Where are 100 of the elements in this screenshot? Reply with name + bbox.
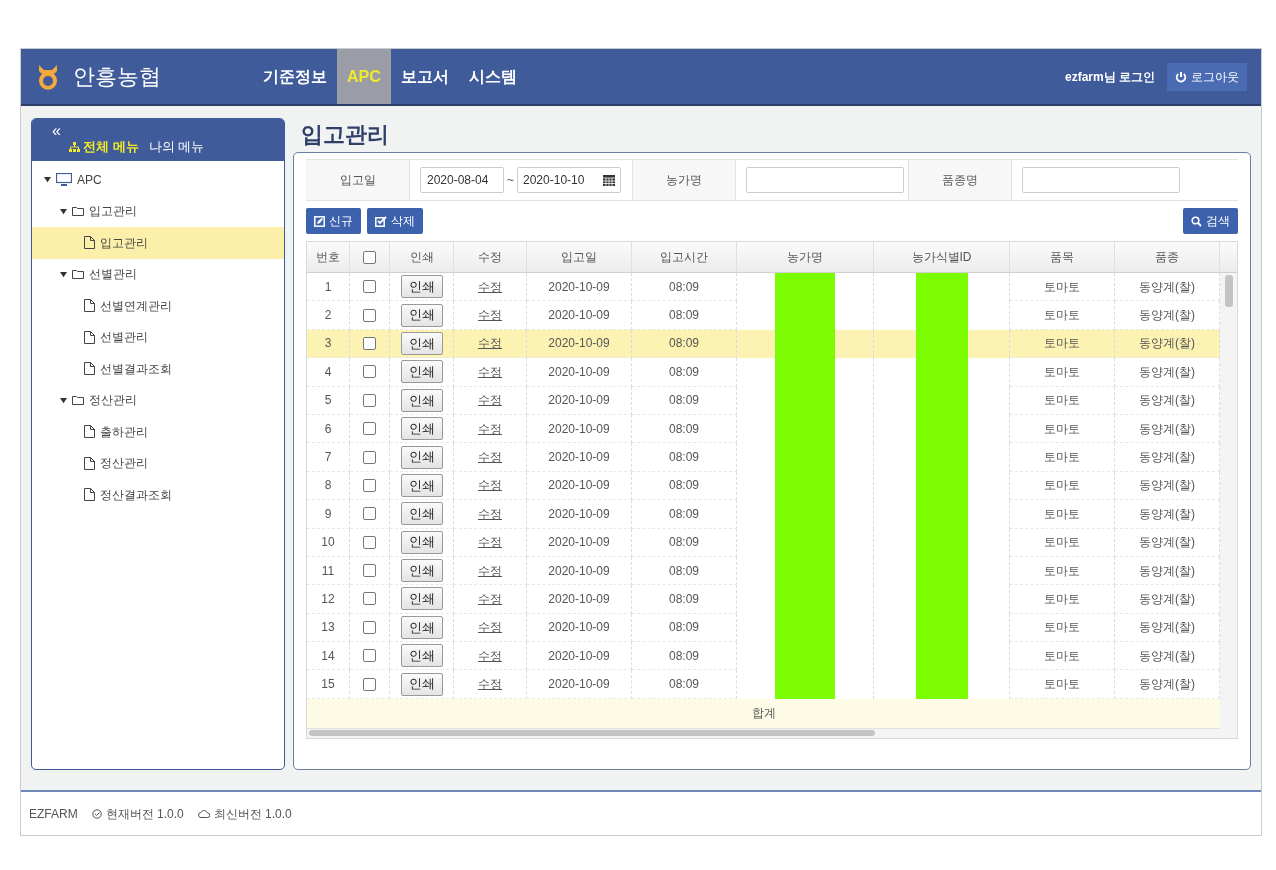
table-row[interactable]: 15 인쇄 수정 2020-10-09 08:09 토마토 동양계(찰) — [307, 670, 1220, 699]
checkbox[interactable] — [363, 336, 376, 350]
tree-item[interactable]: 선별연계관리 — [32, 290, 284, 322]
edit-link[interactable]: 수정 — [478, 675, 502, 694]
search-button[interactable]: 검색 — [1183, 208, 1238, 234]
new-button[interactable]: 신규 — [306, 208, 361, 234]
table-row[interactable]: 3 인쇄 수정 2020-10-09 08:09 토마토 동양계(찰) — [307, 329, 1220, 359]
table-row[interactable]: 10 인쇄 수정 2020-10-09 08:09 토마토 동양계(찰) — [307, 528, 1220, 557]
print-button[interactable]: 인쇄 — [400, 672, 443, 696]
print-button[interactable]: 인쇄 — [400, 360, 443, 384]
edit-link[interactable]: 수정 — [478, 561, 502, 580]
print-button[interactable]: 인쇄 — [400, 559, 443, 583]
print-button[interactable]: 인쇄 — [400, 644, 443, 668]
checkbox[interactable] — [363, 677, 376, 691]
edit-link[interactable]: 수정 — [478, 362, 502, 381]
print-button[interactable]: 인쇄 — [400, 303, 443, 327]
edit-link[interactable]: 수정 — [478, 590, 502, 608]
checkbox[interactable] — [363, 393, 376, 407]
table-row[interactable]: 6 인쇄 수정 2020-10-09 08:09 토마토 동양계(찰) — [307, 414, 1220, 444]
table-row[interactable]: 7 인쇄 수정 2020-10-09 08:09 토마토 동양계(찰) — [307, 443, 1220, 472]
checkbox[interactable] — [363, 308, 376, 322]
farm-name-field[interactable] — [746, 167, 904, 193]
checkbox[interactable] — [363, 507, 376, 521]
tree-item[interactable]: 정산관리 — [32, 447, 284, 479]
edit-link[interactable]: 수정 — [478, 419, 502, 438]
print-button[interactable]: 인쇄 — [400, 473, 443, 497]
item-text: 토마토 — [1044, 647, 1080, 665]
table-row[interactable]: 5 인쇄 수정 2020-10-09 08:09 토마토 동양계(찰) — [307, 386, 1220, 415]
checkbox[interactable] — [363, 649, 376, 663]
edit-icon — [314, 215, 325, 227]
table-row[interactable]: 2 인쇄 수정 2020-10-09 08:09 토마토 동양계(찰) — [307, 301, 1220, 330]
hierarchy-icon — [68, 141, 80, 152]
checkbox[interactable] — [363, 422, 376, 436]
print-button[interactable]: 인쇄 — [400, 615, 443, 639]
edit-link[interactable]: 수정 — [478, 306, 502, 325]
checkbox[interactable] — [363, 280, 376, 294]
checkbox[interactable] — [363, 478, 376, 492]
edit-link[interactable]: 수정 — [478, 334, 502, 353]
checkbox[interactable] — [363, 365, 376, 379]
edit-link[interactable]: 수정 — [478, 504, 502, 523]
print-button[interactable]: 인쇄 — [400, 417, 443, 441]
checkbox[interactable] — [363, 564, 376, 578]
edit-link[interactable]: 수정 — [478, 391, 502, 410]
date-text: 2020-10-09 — [548, 392, 610, 410]
date-to-field[interactable]: 2020-10-10 — [517, 167, 621, 193]
edit-link[interactable]: 수정 — [478, 277, 502, 296]
print-button[interactable]: 인쇄 — [400, 502, 443, 526]
collapse-button[interactable]: « — [52, 123, 61, 139]
date-from-field[interactable]: 2020-08-04 — [420, 167, 504, 193]
variety-text: 동양계(찰) — [1139, 477, 1195, 495]
edit-link[interactable]: 수정 — [478, 618, 502, 637]
delete-button[interactable]: 삭제 — [367, 208, 423, 234]
variety-name-field[interactable] — [1022, 167, 1180, 193]
tree-item[interactable]: 출하관리 — [32, 416, 284, 448]
column-header: 수정 — [454, 242, 527, 272]
print-button[interactable]: 인쇄 — [400, 275, 443, 299]
checkbox[interactable] — [363, 450, 376, 464]
print-button[interactable]: 인쇄 — [400, 388, 443, 412]
table-row[interactable]: 12 인쇄 수정 2020-10-09 08:09 토마토 동양계(찰) — [307, 585, 1220, 614]
tree-item[interactable]: APC — [32, 164, 284, 196]
table-row[interactable]: 13 인쇄 수정 2020-10-09 08:09 토마토 동양계(찰) — [307, 613, 1220, 643]
table-row[interactable]: 1 인쇄 수정 2020-10-09 08:09 토마토 동양계(찰) — [307, 273, 1220, 302]
caret-down-icon[interactable] — [60, 396, 67, 404]
tree-item[interactable]: 선별관리 — [32, 258, 284, 290]
caret-down-icon[interactable] — [60, 270, 67, 278]
menu-tab[interactable]: 나의 메뉴 — [148, 137, 205, 157]
item-text: 토마토 — [1044, 392, 1080, 410]
edit-link[interactable]: 수정 — [478, 533, 502, 552]
print-button[interactable]: 인쇄 — [400, 331, 443, 355]
nav-tab[interactable]: 시스템 — [458, 49, 527, 104]
nav-tab[interactable]: 기준정보 — [253, 49, 337, 104]
checkbox[interactable] — [363, 620, 376, 634]
tree-item[interactable]: 입고관리 — [32, 195, 284, 227]
print-button[interactable]: 인쇄 — [400, 587, 443, 611]
checkbox[interactable] — [363, 535, 376, 549]
table-row[interactable]: 9 인쇄 수정 2020-10-09 08:09 토마토 동양계(찰) — [307, 500, 1220, 529]
checkbox[interactable] — [363, 592, 376, 606]
nav-tab[interactable]: 보고서 — [390, 49, 459, 104]
caret-down-icon[interactable] — [44, 176, 51, 184]
item-text: 토마토 — [1044, 591, 1080, 608]
tree-item[interactable]: 정산관리 — [32, 384, 284, 416]
table-row[interactable]: 14 인쇄 수정 2020-10-09 08:09 토마토 동양계(찰) — [307, 642, 1220, 671]
edit-link[interactable]: 수정 — [478, 448, 502, 467]
menu-tab[interactable]: 전체 메뉴 — [68, 137, 139, 157]
table-row[interactable]: 11 인쇄 수정 2020-10-09 08:09 토마토 동양계(찰) — [307, 556, 1220, 586]
print-button[interactable]: 인쇄 — [400, 530, 443, 554]
tree-item[interactable]: 선별관리 — [32, 321, 284, 353]
tree-item[interactable]: 입고관리 — [32, 227, 284, 259]
table-row[interactable]: 8 인쇄 수정 2020-10-09 08:09 토마토 동양계(찰) — [307, 471, 1220, 501]
table-row[interactable]: 4 인쇄 수정 2020-10-09 08:09 토마토 동양계(찰) — [307, 358, 1220, 387]
edit-link[interactable]: 수정 — [478, 646, 502, 665]
checkbox[interactable] — [363, 250, 376, 264]
document-icon — [84, 299, 95, 313]
logout-button[interactable]: 로그아웃 — [1167, 62, 1247, 91]
print-button[interactable]: 인쇄 — [400, 445, 443, 469]
caret-down-icon[interactable] — [60, 207, 67, 215]
tree-item[interactable]: 정산결과조회 — [32, 479, 284, 511]
edit-link[interactable]: 수정 — [478, 476, 502, 495]
filter-label: 농가명 — [632, 160, 736, 200]
tree-item[interactable]: 선별결과조회 — [32, 353, 284, 385]
